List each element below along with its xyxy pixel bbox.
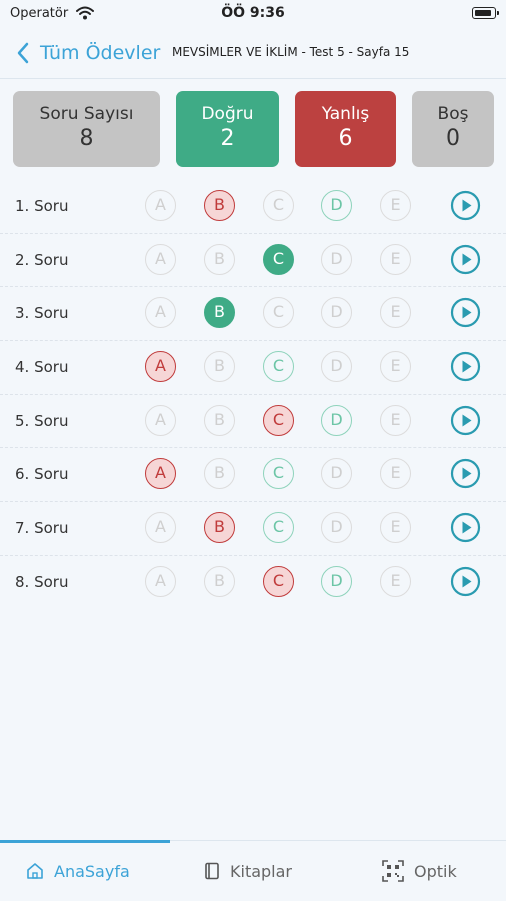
question-row: 5. Soru A B C D E (0, 395, 506, 449)
correct-card: Doğru 2 (176, 91, 279, 167)
option-b-button[interactable]: B (204, 404, 235, 436)
wrong-card: Yanlış 6 (295, 91, 396, 167)
option-c-button[interactable]: C (263, 404, 294, 436)
question-row: 2. Soru A B C D E (0, 234, 506, 288)
status-bar: Operatör ÖÖ 9:36 (0, 0, 506, 28)
empty-card: Boş 0 (412, 91, 494, 167)
option-d-button[interactable]: D (321, 512, 352, 544)
option-b-button[interactable]: B (204, 512, 235, 544)
question-row: 8. Soru A B C D E (0, 556, 506, 610)
question-row: 4. Soru A B C D E (0, 341, 506, 395)
play-solution-icon[interactable] (450, 190, 481, 221)
play-solution-icon[interactable] (450, 244, 481, 275)
option-e-button[interactable]: E (380, 243, 411, 275)
option-c-button[interactable]: C (263, 297, 294, 329)
option-a-button[interactable]: A (145, 458, 176, 490)
option-e-button[interactable]: E (380, 297, 411, 329)
option-d-button[interactable]: D (321, 458, 352, 490)
correct-label: Doğru (201, 104, 254, 124)
option-d-button[interactable]: D (321, 404, 352, 436)
question-row: 7. Soru A B C D E (0, 502, 506, 556)
question-label: 6. Soru (15, 465, 69, 484)
option-a-button[interactable]: A (145, 351, 176, 383)
summary-cards: Soru Sayısı 8 Doğru 2 Yanlış 6 Boş 0 (0, 91, 506, 169)
home-icon (27, 863, 43, 879)
option-b-button[interactable]: B (204, 351, 235, 383)
question-label: 7. Soru (15, 519, 69, 538)
question-label: 8. Soru (15, 572, 69, 591)
option-a-button[interactable]: A (145, 512, 176, 544)
tab-home[interactable]: AnaSayfa (26, 841, 130, 901)
option-e-button[interactable]: E (380, 404, 411, 436)
total-questions-label: Soru Sayısı (39, 104, 134, 124)
option-b-button[interactable]: B (204, 190, 235, 221)
option-c-button[interactable]: C (263, 512, 294, 544)
option-b-button[interactable]: B (204, 243, 235, 275)
question-label: 5. Soru (15, 411, 69, 430)
option-e-button[interactable]: E (380, 190, 411, 221)
qr-scan-icon (382, 860, 404, 882)
option-e-button[interactable]: E (380, 458, 411, 490)
play-solution-icon[interactable] (450, 405, 481, 436)
question-label: 2. Soru (15, 250, 69, 269)
question-row: 1. Soru A B C D E (0, 180, 506, 234)
question-row: 6. Soru A B C D E (0, 448, 506, 503)
play-solution-icon[interactable] (450, 297, 481, 328)
option-b-button[interactable]: B (204, 565, 235, 597)
book-icon (205, 862, 219, 880)
option-a-button[interactable]: A (145, 190, 176, 221)
option-a-button[interactable]: A (145, 297, 176, 329)
option-e-button[interactable]: E (380, 351, 411, 383)
battery-icon (472, 7, 499, 19)
question-label: 1. Soru (15, 197, 69, 215)
tab-books-label: Kitaplar (230, 861, 292, 881)
option-c-button[interactable]: C (263, 458, 294, 490)
option-c-button[interactable]: C (263, 243, 294, 275)
option-d-button[interactable]: D (321, 351, 352, 383)
option-b-button[interactable]: B (204, 458, 235, 490)
tab-bar: AnaSayfa Kitaplar Optik (0, 840, 506, 901)
option-d-button[interactable]: D (321, 297, 352, 329)
back-button-label: Tüm Ödevler (40, 42, 161, 64)
total-questions-value: 8 (79, 126, 94, 151)
option-c-button[interactable]: C (263, 351, 294, 383)
nav-bar: Tüm Ödevler MEVSİMLER VE İKLİM - Test 5 … (0, 28, 506, 79)
play-solution-icon[interactable] (450, 566, 481, 597)
option-a-button[interactable]: A (145, 565, 176, 597)
question-row: 3. Soru A B C D E (0, 287, 506, 342)
question-list: 1. Soru A B C D E 2. Soru A B C D E 3. Soru A B C D E 4. S… (0, 180, 506, 610)
option-a-button[interactable]: A (145, 243, 176, 275)
option-a-button[interactable]: A (145, 404, 176, 436)
back-button[interactable]: Tüm Ödevler (12, 38, 160, 68)
page-title: MEVSİMLER VE İKLİM - Test 5 - Sayfa 15 (172, 45, 410, 59)
empty-value: 0 (446, 126, 460, 151)
tab-home-label: AnaSayfa (54, 861, 130, 881)
total-questions-card: Soru Sayısı 8 (13, 91, 160, 167)
chevron-left-icon (17, 42, 29, 64)
play-solution-icon[interactable] (450, 512, 481, 543)
option-d-button[interactable]: D (321, 190, 352, 221)
clock: ÖÖ 9:36 (221, 5, 285, 21)
play-solution-icon[interactable] (450, 458, 481, 489)
question-label: 4. Soru (15, 358, 69, 377)
option-e-button[interactable]: E (380, 512, 411, 544)
wrong-value: 6 (338, 126, 353, 151)
correct-value: 2 (220, 126, 235, 151)
option-e-button[interactable]: E (380, 565, 411, 597)
tab-optic-label: Optik (414, 861, 457, 881)
play-solution-icon[interactable] (450, 351, 481, 382)
tab-books[interactable]: Kitaplar (204, 841, 292, 901)
option-d-button[interactable]: D (321, 243, 352, 275)
tab-optic[interactable]: Optik (382, 841, 457, 901)
option-c-button[interactable]: C (263, 565, 294, 597)
wrong-label: Yanlış (321, 104, 370, 124)
question-label: 3. Soru (15, 304, 69, 323)
option-c-button[interactable]: C (263, 190, 294, 221)
empty-label: Boş (437, 104, 469, 124)
option-b-button[interactable]: B (204, 297, 235, 329)
option-d-button[interactable]: D (321, 565, 352, 597)
